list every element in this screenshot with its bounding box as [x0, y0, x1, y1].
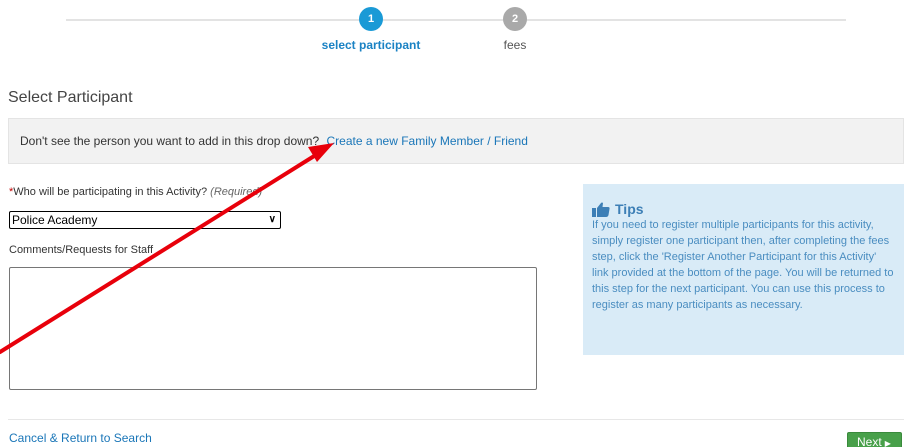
- info-text: Don't see the person you want to add in …: [20, 134, 320, 148]
- thumbs-up-icon: [592, 202, 610, 217]
- chevron-down-icon: ∨: [268, 214, 276, 225]
- footer-divider: [8, 419, 904, 420]
- cancel-return-link[interactable]: Cancel & Return to Search: [9, 431, 152, 445]
- tips-title: Tips: [615, 201, 644, 217]
- comments-label: Comments/Requests for Staff: [9, 244, 154, 256]
- info-bar: Don't see the person you want to add in …: [8, 118, 904, 164]
- next-label: Next: [857, 435, 882, 447]
- question-text: Who will be participating in this Activi…: [13, 186, 208, 198]
- page-title: Select Participant: [8, 89, 133, 106]
- stepper-track: [66, 19, 846, 21]
- tips-header: Tips: [592, 201, 894, 217]
- required-text: (Required): [210, 186, 263, 198]
- tips-body: If you need to register multiple partici…: [592, 219, 894, 311]
- step-label: fees: [503, 38, 527, 52]
- step-fees: 2 fees: [480, 7, 550, 52]
- comments-textarea[interactable]: [9, 267, 537, 390]
- participant-question-label: *Who will be participating in this Activ…: [9, 186, 262, 198]
- step-number: 2: [503, 7, 527, 31]
- caret-right-icon: ▶: [884, 439, 891, 447]
- step-label: select participant: [321, 38, 421, 52]
- create-family-member-link[interactable]: Create a new Family Member / Friend: [327, 134, 528, 148]
- step-number: 1: [359, 7, 383, 31]
- next-button[interactable]: Next ▶: [847, 432, 902, 447]
- step-select-participant: 1 select participant: [314, 7, 428, 52]
- participant-select[interactable]: Police Academy ∨: [9, 211, 281, 229]
- tips-panel: Tips If you need to register multiple pa…: [583, 184, 904, 355]
- participant-selected-value: Police Academy: [12, 213, 98, 227]
